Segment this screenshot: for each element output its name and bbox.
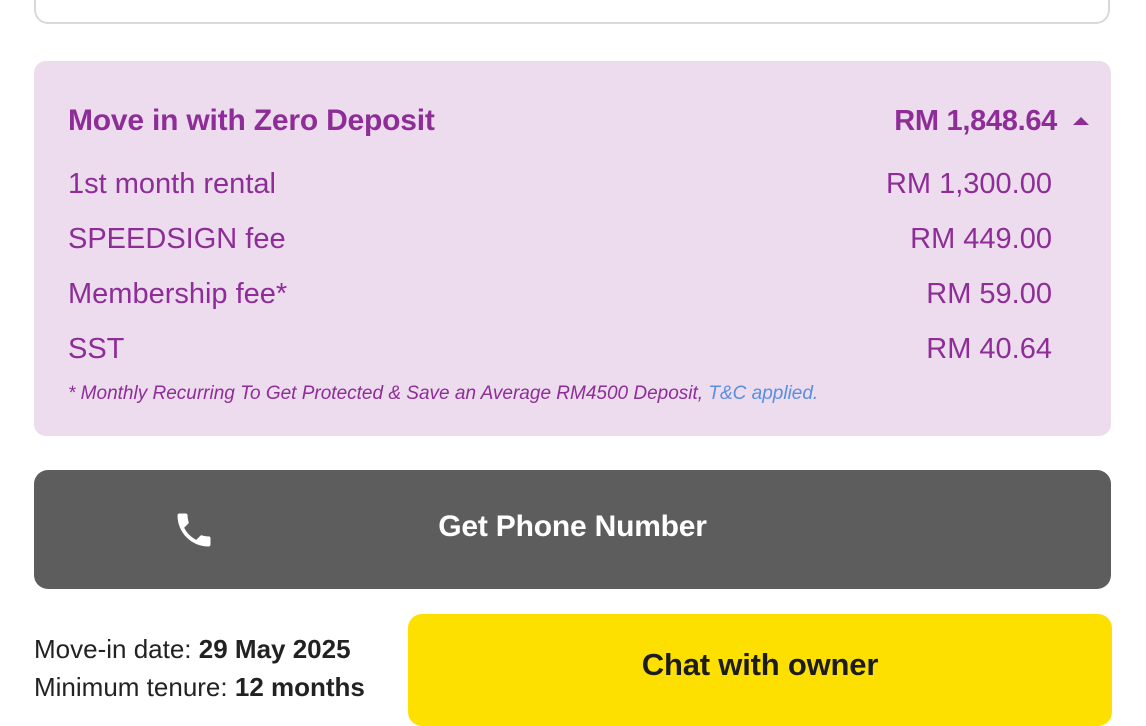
- fee-label: SPEEDSIGN fee: [68, 222, 286, 255]
- get-phone-number-button[interactable]: Get Phone Number: [34, 470, 1111, 589]
- move-in-date-line: Move-in date: 29 May 2025: [34, 630, 365, 668]
- zero-deposit-panel: Move in with Zero Deposit RM 1,848.64 1s…: [34, 61, 1111, 436]
- fee-label: Membership fee*: [68, 277, 288, 310]
- fee-amount: RM 1,300.00: [885, 167, 1052, 200]
- zero-deposit-total: RM 1,848.64: [894, 104, 1057, 137]
- minimum-tenure-label: Minimum tenure:: [34, 672, 228, 702]
- move-in-info: Move-in date: 29 May 2025 Minimum tenure…: [34, 630, 365, 706]
- get-phone-number-label: Get Phone Number: [438, 510, 707, 543]
- fee-row-sst: SST RM 40.64: [68, 331, 1052, 367]
- fee-row-first-month-rental: 1st month rental RM 1,300.00: [68, 166, 1052, 202]
- zero-deposit-toggle[interactable]: Move in with Zero Deposit RM 1,848.64: [68, 103, 1091, 139]
- minimum-tenure-line: Minimum tenure: 12 months: [34, 668, 365, 706]
- deposit-footnote: * Monthly Recurring To Get Protected & S…: [68, 383, 818, 405]
- move-in-date-label: Move-in date:: [34, 634, 192, 664]
- caret-up-icon[interactable]: [1073, 117, 1089, 125]
- fee-label: SST: [68, 332, 125, 365]
- previous-card: [34, 0, 1110, 24]
- fee-row-speedsign-fee: SPEEDSIGN fee RM 449.00: [68, 221, 1052, 257]
- minimum-tenure-value: 12 months: [234, 672, 365, 702]
- fee-label: 1st month rental: [68, 167, 276, 200]
- zero-deposit-total-group: RM 1,848.64: [894, 105, 1091, 138]
- zero-deposit-title: Move in with Zero Deposit: [68, 104, 435, 137]
- move-in-date-value: 29 May 2025: [198, 634, 351, 664]
- fee-amount: RM 59.00: [926, 277, 1052, 310]
- footnote-text: * Monthly Recurring To Get Protected & S…: [68, 383, 704, 404]
- chat-with-owner-button[interactable]: Chat with owner: [408, 614, 1112, 726]
- fee-row-membership-fee: Membership fee* RM 59.00: [68, 276, 1052, 312]
- fee-amount: RM 449.00: [910, 222, 1052, 255]
- tnc-link[interactable]: T&C applied.: [708, 383, 818, 404]
- chat-with-owner-label: Chat with owner: [641, 647, 879, 682]
- fee-amount: RM 40.64: [926, 332, 1052, 365]
